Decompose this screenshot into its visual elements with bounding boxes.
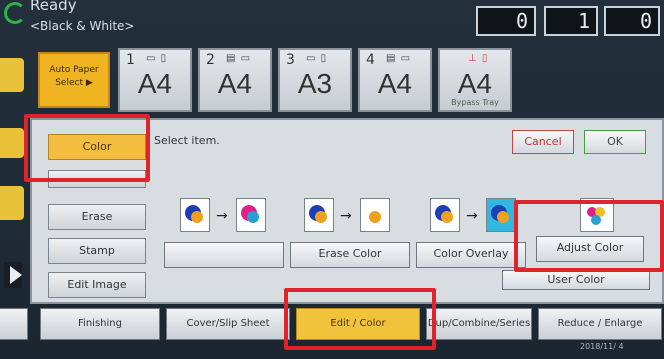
tray-icon: ▭ ▯ (146, 53, 168, 64)
document-color-icon (180, 198, 210, 232)
tray-number: 4 (366, 52, 375, 68)
arrow-right-icon: → (216, 208, 228, 224)
left-edge-tab[interactable] (0, 128, 24, 158)
tray-1-button[interactable]: 1 ▭ ▯ A4 (118, 48, 192, 112)
erase-color-button[interactable]: Erase Color (290, 242, 410, 268)
tray-size: A4 (457, 68, 493, 99)
tab-left-edge[interactable] (0, 308, 28, 340)
adjust-color-button[interactable]: Adjust Color (536, 236, 644, 262)
bypass-tray-button[interactable]: ⊥ ▯ A4 Bypass Tray (438, 48, 512, 112)
tray-2-button[interactable]: 2 ▤ ▭ A4 (198, 48, 272, 112)
side-tab-margin[interactable] (48, 170, 146, 188)
tray-icon: ▤ ▭ (226, 53, 252, 64)
color-overlay-button[interactable]: Color Overlay (416, 242, 526, 268)
side-tab-erase[interactable]: Erase (48, 204, 146, 230)
arrow-right-icon: → (340, 208, 352, 224)
tray-4-button[interactable]: 4 ▤ ▭ A4 (358, 48, 432, 112)
tray-size: A4 (137, 68, 173, 99)
bypass-tray-icon: ⊥ ▯ (468, 53, 489, 64)
color-mode-label: <Black & White> (30, 19, 135, 33)
tab-edit-color[interactable]: Edit / Color (296, 308, 420, 340)
tray-icon: ▭ ▯ (306, 53, 328, 64)
tab-dup-combine-series[interactable]: Dup/Combine/Series (426, 308, 532, 340)
play-icon[interactable] (10, 266, 22, 284)
ready-icon (4, 2, 26, 24)
document-color-icon (430, 198, 460, 232)
tab-reduce-enlarge[interactable]: Reduce / Enlarge (538, 308, 662, 340)
document-color-icon (236, 198, 266, 232)
auto-paper-select-button[interactable]: Auto Paper Select ▶ (38, 52, 110, 108)
edit-color-dialog: Color Erase Stamp Edit Image Select item… (30, 118, 664, 304)
ok-button[interactable]: OK (584, 130, 646, 154)
play-icon: ▶ (85, 78, 93, 88)
side-tab-color[interactable]: Color (48, 134, 146, 160)
left-edge-tab[interactable] (0, 58, 24, 92)
copy-counter-3: 0 (604, 6, 660, 36)
paper-select-row: Auto Paper Select ▶ 1 ▭ ▯ A4 2 ▤ ▭ A4 3 … (0, 44, 664, 118)
tab-cover-slip-sheet[interactable]: Cover/Slip Sheet (166, 308, 290, 340)
side-tab-edit-image[interactable]: Edit Image (48, 272, 146, 298)
tab-finishing[interactable]: Finishing (40, 308, 160, 340)
status-bar: Ready <Black & White> 0 1 0 (0, 0, 664, 44)
document-color-icon (486, 198, 516, 232)
document-color-icon (360, 198, 390, 232)
date-display: 2018/11/ 4 (580, 342, 624, 351)
left-edge-tab[interactable] (0, 186, 24, 220)
tray-icon: ▤ ▭ (386, 53, 412, 64)
document-color-icon (580, 198, 614, 232)
cancel-button[interactable]: Cancel (512, 130, 574, 154)
user-color-button[interactable]: User Color (502, 270, 650, 290)
arrow-right-icon: → (466, 208, 478, 224)
dialog-prompt: Select item. (154, 134, 220, 147)
tray-number: 3 (286, 52, 295, 68)
side-tab-stamp[interactable]: Stamp (48, 238, 146, 264)
copier-screen: Ready <Black & White> 0 1 0 Auto Paper S… (0, 0, 664, 359)
tray-size: A3 (297, 68, 333, 99)
document-color-icon (304, 198, 334, 232)
tray-size: A4 (217, 68, 253, 99)
tray-number: 1 (126, 52, 135, 68)
copy-counter-1: 0 (476, 6, 536, 36)
status-title: Ready (30, 0, 77, 14)
convert-color-button[interactable] (164, 242, 284, 268)
tray-sub-label: Bypass Tray (451, 98, 499, 107)
tray-number: 2 (206, 52, 215, 68)
function-tab-bar: Finishing Cover/Slip Sheet Edit / Color … (0, 304, 664, 344)
tray-size: A4 (377, 68, 413, 99)
tray-3-button[interactable]: 3 ▭ ▯ A3 (278, 48, 352, 112)
copy-counter-2: 1 (544, 6, 598, 36)
